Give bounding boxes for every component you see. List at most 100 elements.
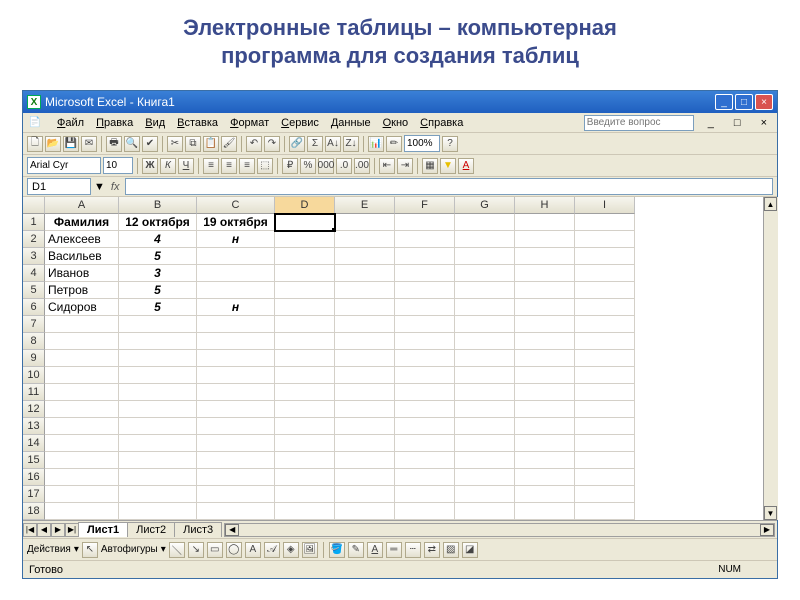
cell-A8[interactable] — [45, 333, 119, 350]
menu-вставка[interactable]: Вставка — [171, 116, 224, 130]
cell-A18[interactable] — [45, 503, 119, 520]
cell-E1[interactable] — [335, 214, 395, 231]
cell-D9[interactable] — [275, 350, 335, 367]
titlebar[interactable]: X Microsoft Excel - Книга1 _ □ × — [23, 91, 777, 113]
cell-A2[interactable]: Алексеев — [45, 231, 119, 248]
paste-icon[interactable]: 📋 — [203, 136, 219, 152]
cell-A17[interactable] — [45, 486, 119, 503]
cell-F14[interactable] — [395, 435, 455, 452]
row-header-10[interactable]: 10 — [23, 367, 45, 384]
cell-I1[interactable] — [575, 214, 635, 231]
menu-сервис[interactable]: Сервис — [275, 116, 325, 130]
cell-H4[interactable] — [515, 265, 575, 282]
cell-A14[interactable] — [45, 435, 119, 452]
row-header-5[interactable]: 5 — [23, 282, 45, 299]
cell-D8[interactable] — [275, 333, 335, 350]
drawing-icon[interactable]: ✏ — [386, 136, 402, 152]
row-header-2[interactable]: 2 — [23, 231, 45, 248]
spreadsheet-grid[interactable]: ABCDEFGHI 1Фамилия12 октября19 октября2А… — [23, 197, 777, 520]
cell-I7[interactable] — [575, 316, 635, 333]
cell-E5[interactable] — [335, 282, 395, 299]
cell-E12[interactable] — [335, 401, 395, 418]
cell-F9[interactable] — [395, 350, 455, 367]
cell-D1[interactable] — [275, 214, 335, 231]
menu-правка[interactable]: Правка — [90, 116, 139, 130]
fill-icon[interactable]: 🪣 — [329, 542, 345, 558]
cell-F2[interactable] — [395, 231, 455, 248]
name-box[interactable]: D1 — [27, 178, 91, 195]
cell-C15[interactable] — [197, 452, 275, 469]
cell-E10[interactable] — [335, 367, 395, 384]
cell-H3[interactable] — [515, 248, 575, 265]
oval-icon[interactable]: ◯ — [226, 542, 242, 558]
cell-C5[interactable] — [197, 282, 275, 299]
cell-C8[interactable] — [197, 333, 275, 350]
cell-B9[interactable] — [119, 350, 197, 367]
cell-G11[interactable] — [455, 384, 515, 401]
col-header-B[interactable]: B — [119, 197, 197, 214]
row-header-11[interactable]: 11 — [23, 384, 45, 401]
arrow-icon[interactable]: ↘ — [188, 542, 204, 558]
cell-B5[interactable]: 5 — [119, 282, 197, 299]
fill-color-icon[interactable]: ▼ — [440, 158, 456, 174]
tab-nav-prev[interactable]: ◀ — [37, 523, 51, 537]
cell-I8[interactable] — [575, 333, 635, 350]
cell-I16[interactable] — [575, 469, 635, 486]
cell-F11[interactable] — [395, 384, 455, 401]
cell-G18[interactable] — [455, 503, 515, 520]
cell-B3[interactable]: 5 — [119, 248, 197, 265]
cell-C12[interactable] — [197, 401, 275, 418]
cell-H6[interactable] — [515, 299, 575, 316]
col-header-C[interactable]: C — [197, 197, 275, 214]
cell-H17[interactable] — [515, 486, 575, 503]
cell-A12[interactable] — [45, 401, 119, 418]
cell-F12[interactable] — [395, 401, 455, 418]
cell-D17[interactable] — [275, 486, 335, 503]
cell-G8[interactable] — [455, 333, 515, 350]
rect-icon[interactable]: ▭ — [207, 542, 223, 558]
cell-C4[interactable] — [197, 265, 275, 282]
cell-F13[interactable] — [395, 418, 455, 435]
cell-A13[interactable] — [45, 418, 119, 435]
cell-H18[interactable] — [515, 503, 575, 520]
cell-G13[interactable] — [455, 418, 515, 435]
cell-G5[interactable] — [455, 282, 515, 299]
cell-C17[interactable] — [197, 486, 275, 503]
cell-I4[interactable] — [575, 265, 635, 282]
cell-A11[interactable] — [45, 384, 119, 401]
cell-C7[interactable] — [197, 316, 275, 333]
dec-decimal-icon[interactable]: .00 — [354, 158, 370, 174]
cell-E14[interactable] — [335, 435, 395, 452]
cell-F10[interactable] — [395, 367, 455, 384]
cell-A10[interactable] — [45, 367, 119, 384]
font-name-box[interactable]: Arial Cyr — [27, 157, 101, 174]
cell-G9[interactable] — [455, 350, 515, 367]
doc-restore-button[interactable]: □ — [728, 116, 747, 130]
select-icon[interactable]: ↖ — [82, 542, 98, 558]
cell-E8[interactable] — [335, 333, 395, 350]
cell-H10[interactable] — [515, 367, 575, 384]
row-header-15[interactable]: 15 — [23, 452, 45, 469]
row-header-4[interactable]: 4 — [23, 265, 45, 282]
row-header-6[interactable]: 6 — [23, 299, 45, 316]
cell-F6[interactable] — [395, 299, 455, 316]
col-header-A[interactable]: A — [45, 197, 119, 214]
menu-данные[interactable]: Данные — [325, 116, 377, 130]
menu-справка[interactable]: Справка — [414, 116, 469, 130]
cell-H1[interactable] — [515, 214, 575, 231]
textbox-icon[interactable]: A — [245, 542, 261, 558]
row-header-8[interactable]: 8 — [23, 333, 45, 350]
autoshapes[interactable]: Автофигуры — [101, 544, 158, 555]
cell-B1[interactable]: 12 октября — [119, 214, 197, 231]
cell-C3[interactable] — [197, 248, 275, 265]
cell-A16[interactable] — [45, 469, 119, 486]
cell-H12[interactable] — [515, 401, 575, 418]
dec-indent-icon[interactable]: ⇤ — [379, 158, 395, 174]
cell-E9[interactable] — [335, 350, 395, 367]
copy-icon[interactable]: ⧉ — [185, 136, 201, 152]
cell-B11[interactable] — [119, 384, 197, 401]
row-header-1[interactable]: 1 — [23, 214, 45, 231]
align-center-icon[interactable]: ≡ — [221, 158, 237, 174]
align-right-icon[interactable]: ≡ — [239, 158, 255, 174]
cell-A9[interactable] — [45, 350, 119, 367]
